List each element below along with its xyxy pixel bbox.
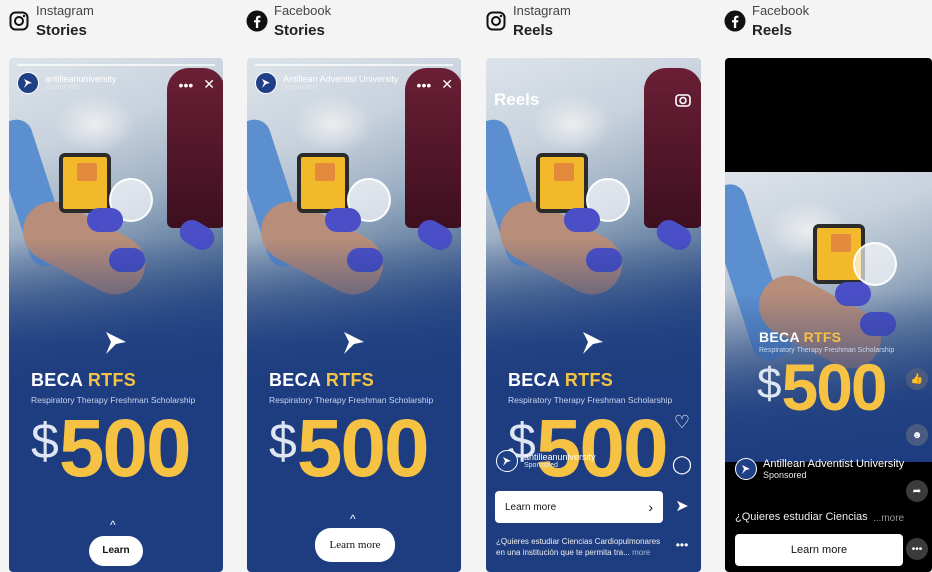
ad-caption[interactable]: ¿Quieres estudiar Ciencias <box>735 511 868 523</box>
close-icon[interactable]: ✕ <box>203 76 215 93</box>
story-progress-bar <box>255 64 453 66</box>
share-icon[interactable]: ➦ <box>906 480 928 502</box>
reels-title: Reels <box>494 90 540 109</box>
column-header-facebook-reels: Facebook Reels <box>724 4 809 46</box>
avatar[interactable] <box>255 72 277 94</box>
story-progress-bar <box>17 64 215 66</box>
sponsored-label: Sponsored <box>524 462 558 470</box>
avatar-icon[interactable]: ☻ <box>906 424 928 446</box>
facebook-icon <box>724 10 746 32</box>
sponsored-label: Sponsored <box>45 84 79 92</box>
more-options-icon[interactable]: ••• <box>179 77 194 93</box>
account-header[interactable]: antilleanuniversity Sponsored <box>496 450 596 472</box>
sponsored-label: Sponsored <box>763 470 807 481</box>
placement-name: Reels <box>752 22 793 39</box>
column-header-facebook-stories: Facebook Stories <box>246 4 331 46</box>
account-name[interactable]: antilleanuniversity <box>524 452 596 463</box>
avatar[interactable] <box>17 72 39 94</box>
chevron-up-icon: ^ <box>110 518 116 532</box>
learn-more-button[interactable]: Learn more › <box>495 491 663 523</box>
facebook-stories-preview: Antillean Adventist University Sponsored… <box>247 58 461 572</box>
avatar[interactable] <box>496 450 518 472</box>
account-name[interactable]: antilleanuniversity <box>45 74 117 85</box>
camera-icon[interactable] <box>675 92 691 113</box>
placement-name: Stories <box>274 22 325 39</box>
facebook-reels-preview: BECA RTFS Respiratory Therapy Freshman S… <box>725 58 932 572</box>
more-options-icon[interactable]: ••• <box>906 538 928 560</box>
scholarship-amount: $500 <box>508 403 669 494</box>
ad-caption[interactable]: ¿Quieres estudiar Ciencias Cardiopulmona… <box>496 536 666 558</box>
facebook-icon <box>246 10 268 32</box>
learn-more-button[interactable]: Learn more <box>315 528 395 562</box>
more-options-icon[interactable]: ••• <box>417 77 432 93</box>
column-header-instagram-stories: Instagram Stories <box>8 4 94 46</box>
more-link[interactable]: more <box>632 548 650 557</box>
scholarship-amount: $500 <box>757 350 888 424</box>
chevron-right-icon: › <box>648 499 653 515</box>
like-icon[interactable]: 👍 <box>906 368 928 390</box>
ad-video: BECA RTFS Respiratory Therapy Freshman S… <box>725 172 932 462</box>
send-icon[interactable]: ➤ <box>671 496 693 516</box>
platform-name: Instagram <box>513 3 571 18</box>
scholarship-amount: $500 <box>31 403 192 494</box>
platform-name: Instagram <box>36 3 94 18</box>
instagram-icon <box>8 10 30 32</box>
account-header[interactable]: Antillean Adventist University Sponsored <box>735 458 904 480</box>
beca-rtfs-heading: BECA RTFS <box>508 370 614 390</box>
platform-name: Facebook <box>274 3 332 18</box>
more-options-icon[interactable]: ••• <box>671 538 693 552</box>
avatar[interactable] <box>735 458 757 481</box>
scholarship-amount: $500 <box>269 403 430 494</box>
heart-icon[interactable]: ♡ <box>671 412 693 433</box>
beca-rtfs-heading: BECA RTFS <box>759 329 842 345</box>
more-link[interactable]: ...more <box>873 513 904 524</box>
instagram-reels-preview: Reels BECA RTFS Respiratory Therapy Fres… <box>486 58 701 572</box>
university-logo-icon <box>583 332 603 354</box>
sponsored-label: Sponsored <box>283 84 317 92</box>
account-name[interactable]: Antillean Adventist University <box>763 458 904 470</box>
placement-name: Reels <box>513 22 554 39</box>
platform-name: Facebook <box>752 3 810 18</box>
university-logo-icon <box>106 332 126 354</box>
learn-more-button[interactable]: Learn more <box>89 536 143 566</box>
placement-name: Stories <box>36 22 87 39</box>
comment-icon[interactable]: ◯ <box>671 454 693 475</box>
instagram-icon <box>485 10 507 32</box>
university-logo-icon <box>344 332 364 354</box>
beca-rtfs-heading: BECA RTFS <box>269 370 375 390</box>
learn-more-label: Learn more <box>505 501 557 513</box>
chevron-up-icon: ^ <box>350 512 356 526</box>
beca-rtfs-heading: BECA RTFS <box>31 370 137 390</box>
close-icon[interactable]: ✕ <box>441 76 453 93</box>
account-header[interactable]: Antillean Adventist University Sponsored <box>255 72 399 94</box>
column-header-instagram-reels: Instagram Reels <box>485 4 571 46</box>
account-name[interactable]: Antillean Adventist University <box>283 74 399 85</box>
instagram-stories-preview: antilleanuniversity Sponsored ••• ✕ BECA… <box>9 58 223 572</box>
learn-more-button[interactable]: Learn more <box>735 534 903 566</box>
account-header[interactable]: antilleanuniversity Sponsored <box>17 72 117 94</box>
